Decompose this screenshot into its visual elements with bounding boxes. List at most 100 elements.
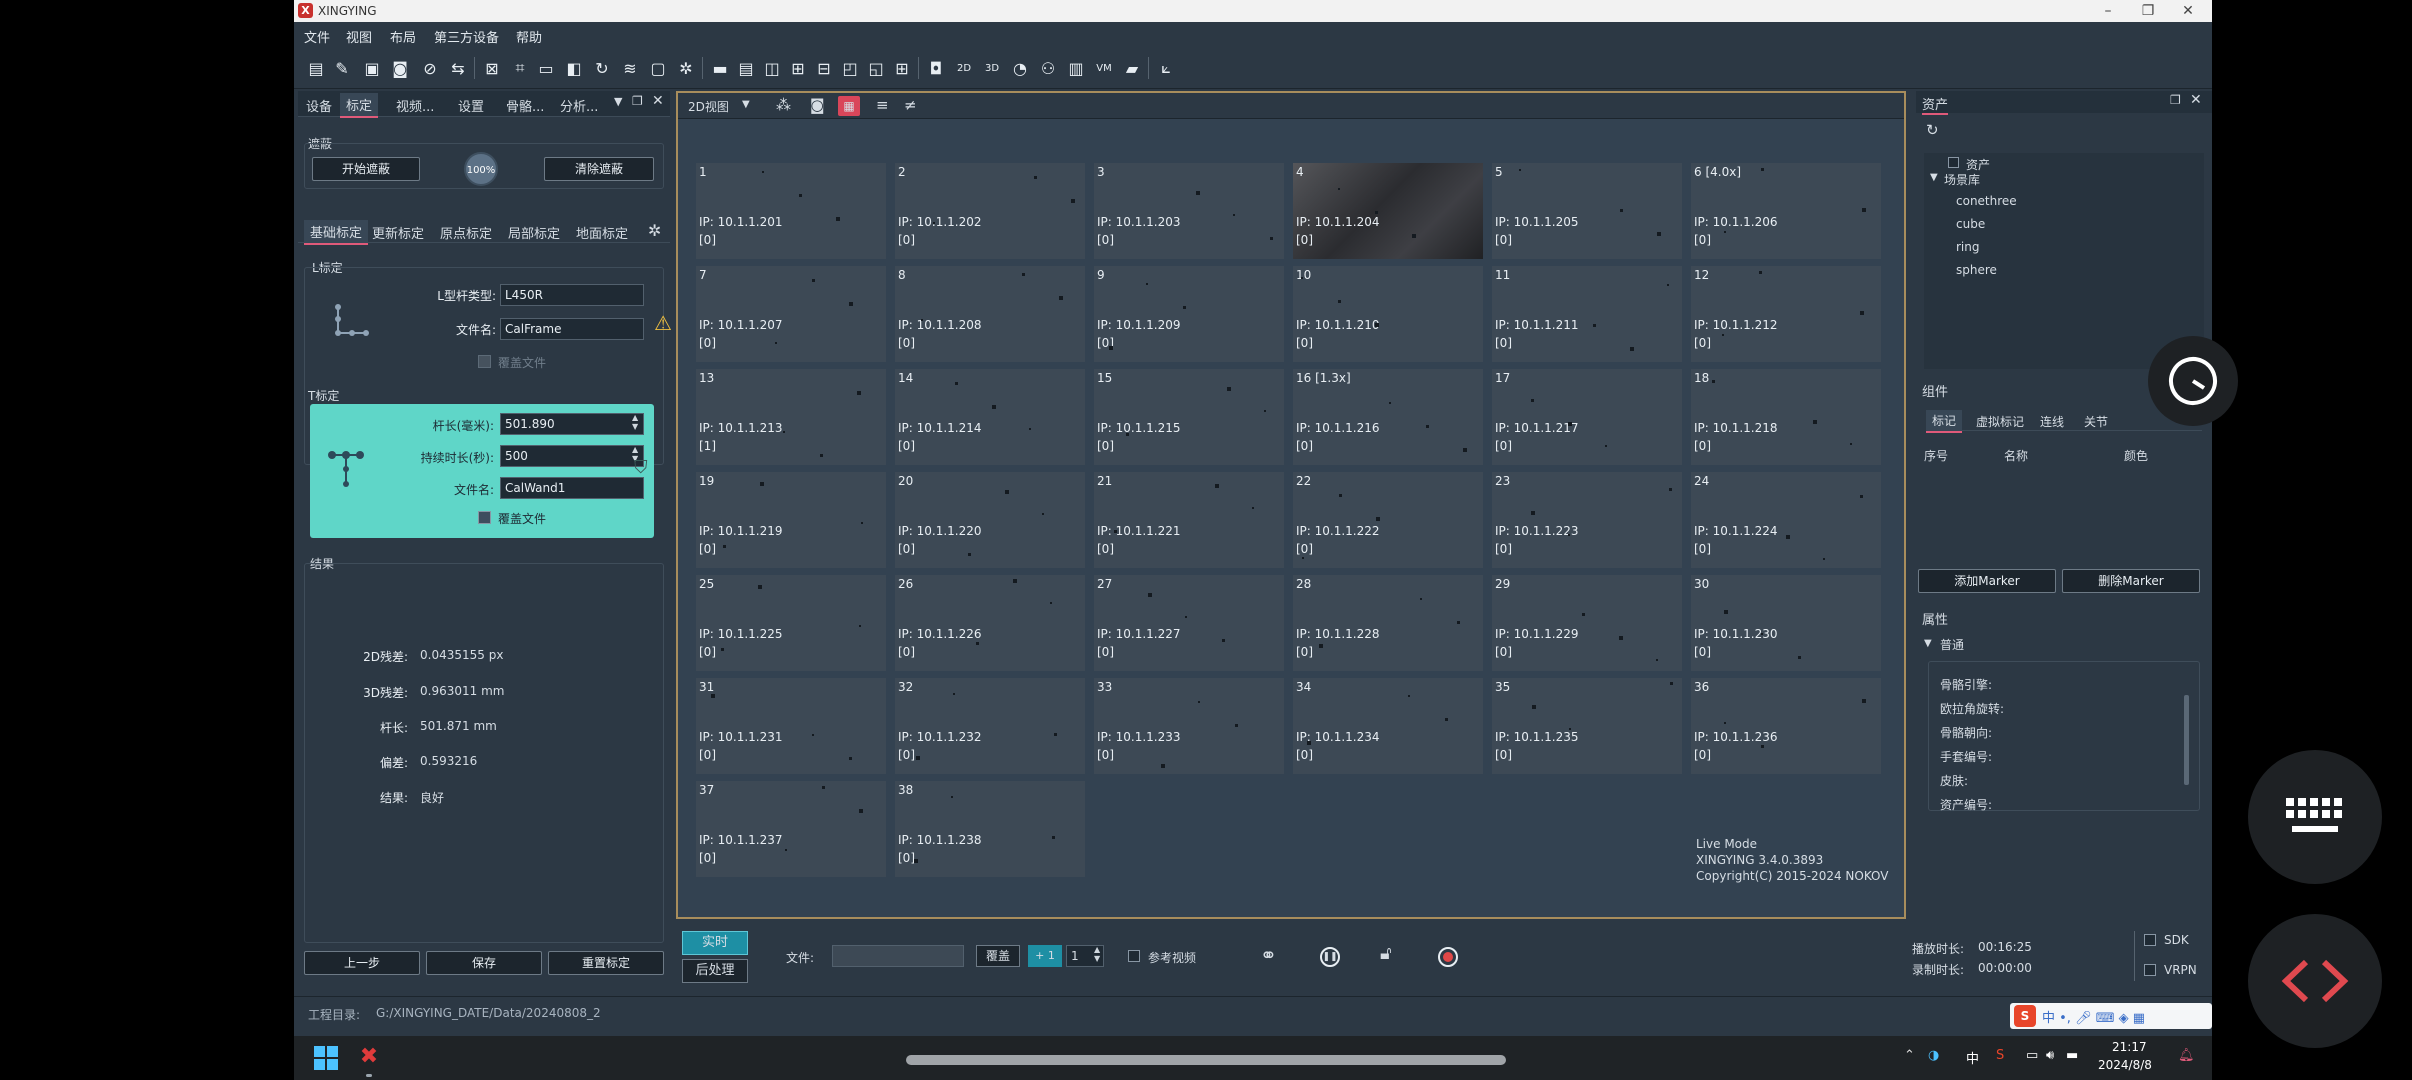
- close-icon[interactable]: ✕: [2168, 1, 2208, 21]
- layout-5-icon[interactable]: ⊟: [812, 56, 836, 80]
- scene-library-label[interactable]: 场景库: [1944, 171, 1980, 188]
- link-icon[interactable]: ⚭: [1260, 943, 1277, 967]
- save-calibration-button[interactable]: 保存: [426, 951, 542, 975]
- tray-app-icon[interactable]: ◑: [1928, 1048, 1939, 1063]
- menu-layout[interactable]: 布局: [390, 27, 416, 46]
- minimize-icon[interactable]: –: [2088, 1, 2128, 21]
- layers-icon[interactable]: ≋: [618, 56, 642, 80]
- xingying-taskbar-icon[interactable]: ✖: [356, 1044, 382, 1070]
- camera-tile[interactable]: 22 IP: 10.1.1.222 [0]: [1293, 472, 1483, 568]
- camera-tile[interactable]: 34 IP: 10.1.1.234 [0]: [1293, 678, 1483, 774]
- post-process-button[interactable]: 后处理: [682, 959, 748, 983]
- scene-expand-icon[interactable]: ▼: [1930, 172, 1938, 183]
- overwrite-button[interactable]: 覆盖: [976, 945, 1020, 967]
- tray-ime[interactable]: 中: [1966, 1048, 1979, 1067]
- camera-tile[interactable]: 25 IP: 10.1.1.225 [0]: [696, 575, 886, 671]
- menu-file[interactable]: 文件: [304, 27, 330, 46]
- tray-battery-icon[interactable]: ▬: [2066, 1048, 2078, 1063]
- menu-view[interactable]: 视图: [346, 27, 372, 46]
- vm-icon[interactable]: VM: [1092, 56, 1116, 80]
- maximize-icon[interactable]: ❐: [2128, 1, 2168, 21]
- floating-keyboard-button[interactable]: [2248, 750, 2382, 884]
- asset-item-cube[interactable]: cube: [1956, 217, 1985, 231]
- props-expand-icon[interactable]: ▼: [1924, 638, 1932, 649]
- tab-basic-calibration[interactable]: 基础标定: [304, 220, 369, 245]
- asset-item-ring[interactable]: ring: [1956, 240, 1980, 254]
- camera-tile[interactable]: 35 IP: 10.1.1.235 [0]: [1492, 678, 1682, 774]
- camera-tile[interactable]: 15 IP: 10.1.1.215 [0]: [1094, 369, 1284, 465]
- realtime-button[interactable]: 实时: [682, 931, 748, 955]
- camera-tile[interactable]: 11 IP: 10.1.1.211 [0]: [1492, 266, 1682, 362]
- camera-tile[interactable]: 32 IP: 10.1.1.232 [0]: [895, 678, 1085, 774]
- tab-origin-calibration[interactable]: 原点标定: [440, 223, 492, 242]
- t-length-spin-icon[interactable]: ▲ ▼: [632, 413, 638, 431]
- menu-third-party[interactable]: 第三方设备: [434, 27, 499, 46]
- camera-tile[interactable]: 13 IP: 10.1.1.213 [1]: [696, 369, 886, 465]
- assets-tab[interactable]: 资产: [1922, 94, 1949, 115]
- camera-tile[interactable]: 5 IP: 10.1.1.205 [0]: [1492, 163, 1682, 259]
- assets-close-icon[interactable]: ✕: [2190, 92, 2202, 108]
- hide-icon[interactable]: ⊘: [418, 56, 442, 80]
- tab-connection[interactable]: 连线: [2040, 413, 2064, 430]
- tab-settings[interactable]: 设置: [458, 96, 484, 115]
- menu-help[interactable]: 帮助: [516, 27, 542, 46]
- view-mode-dropdown-icon[interactable]: ▼: [742, 99, 750, 110]
- layout-7-icon[interactable]: ◱: [864, 56, 888, 80]
- layout-8-icon[interactable]: ⊞: [890, 56, 914, 80]
- vrpn-checkbox[interactable]: [2144, 964, 2156, 976]
- camera-tile[interactable]: 23 IP: 10.1.1.223 [0]: [1492, 472, 1682, 568]
- camera-tile[interactable]: 14 IP: 10.1.1.214 [0]: [895, 369, 1085, 465]
- tab-update-calibration[interactable]: 更新标定: [372, 223, 424, 242]
- tab-virtual-marker[interactable]: 虚拟标记: [1976, 413, 2024, 430]
- camera-tile[interactable]: 24 IP: 10.1.1.224 [0]: [1691, 472, 1881, 568]
- assets-undock-icon[interactable]: ❐: [2170, 93, 2181, 107]
- layout-1-icon[interactable]: ▬: [708, 56, 732, 80]
- t-file-input[interactable]: CalWand1: [500, 477, 644, 499]
- snapshot-icon[interactable]: ◙: [810, 96, 825, 114]
- tab-local-calibration[interactable]: 局部标定: [508, 223, 560, 242]
- assets-refresh-icon[interactable]: ↻: [1926, 121, 1939, 139]
- take-number-spin-icon[interactable]: ▲ ▼: [1094, 945, 1100, 963]
- clear-mask-button[interactable]: 清除遮蔽: [544, 157, 654, 181]
- tray-sogou-icon[interactable]: S: [1996, 1048, 2004, 1063]
- tab-joint[interactable]: 关节: [2084, 413, 2108, 430]
- camera-tile[interactable]: 27 IP: 10.1.1.227 [0]: [1094, 575, 1284, 671]
- camera-tile[interactable]: 19 IP: 10.1.1.219 [0]: [696, 472, 886, 568]
- camera-tile[interactable]: 33 IP: 10.1.1.233 [0]: [1094, 678, 1284, 774]
- frame-icon[interactable]: ⌗: [508, 56, 532, 80]
- reference-video-checkbox[interactable]: [1128, 950, 1140, 962]
- undock-icon[interactable]: ❐: [632, 94, 643, 108]
- add-marker-button[interactable]: 添加Marker: [1918, 569, 2056, 593]
- tab-skeleton[interactable]: 骨骼...: [506, 96, 544, 115]
- t-duration-input[interactable]: 500: [500, 445, 644, 467]
- windows-start-icon[interactable]: [314, 1046, 338, 1070]
- asset-item-sphere[interactable]: sphere: [1956, 263, 1997, 277]
- tab-marker[interactable]: 标记: [1926, 410, 1963, 433]
- camera-tile[interactable]: 12 IP: 10.1.1.212 [0]: [1691, 266, 1881, 362]
- view-3d-icon[interactable]: 3D: [980, 56, 1004, 80]
- save-as-icon[interactable]: ▣: [360, 56, 384, 80]
- ime-lang-icon[interactable]: 中 •, 🎤︎ ⌨ ◈ ▦: [2042, 1007, 2145, 1026]
- camera-tile[interactable]: 20 IP: 10.1.1.220 [0]: [895, 472, 1085, 568]
- open-folder-icon[interactable]: ▤: [304, 56, 328, 80]
- camera-tile[interactable]: 7 IP: 10.1.1.207 [0]: [696, 266, 886, 362]
- camera-tile[interactable]: 9 IP: 10.1.1.209 [0]: [1094, 266, 1284, 362]
- camera-tile[interactable]: 31 IP: 10.1.1.231 [0]: [696, 678, 886, 774]
- filter-icon[interactable]: ≠: [904, 96, 917, 114]
- ruler-icon[interactable]: ✎: [330, 56, 354, 80]
- view-2d-icon[interactable]: 2D: [952, 56, 976, 80]
- floating-code-button[interactable]: [2248, 914, 2382, 1048]
- axis-icon[interactable]: ⟀: [1154, 56, 1178, 80]
- mask-percent[interactable]: 100%: [464, 152, 498, 186]
- settings-icon[interactable]: ✲: [674, 56, 698, 80]
- view-mode-select[interactable]: 2D视图: [688, 98, 729, 115]
- camera-tile[interactable]: 3 IP: 10.1.1.203 [0]: [1094, 163, 1284, 259]
- camera-tile[interactable]: 30 IP: 10.1.1.230 [0]: [1691, 575, 1881, 671]
- camera-tile[interactable]: 16 [1.3x] IP: 10.1.1.216 [0]: [1293, 369, 1483, 465]
- layout-4-icon[interactable]: ⊞: [786, 56, 810, 80]
- record-icon[interactable]: [1438, 947, 1458, 967]
- layout-2-icon[interactable]: ▤: [734, 56, 758, 80]
- camera-tile[interactable]: 17 IP: 10.1.1.217 [0]: [1492, 369, 1682, 465]
- device-icon[interactable]: ◧: [562, 56, 586, 80]
- camera-tile[interactable]: 29 IP: 10.1.1.229 [0]: [1492, 575, 1682, 671]
